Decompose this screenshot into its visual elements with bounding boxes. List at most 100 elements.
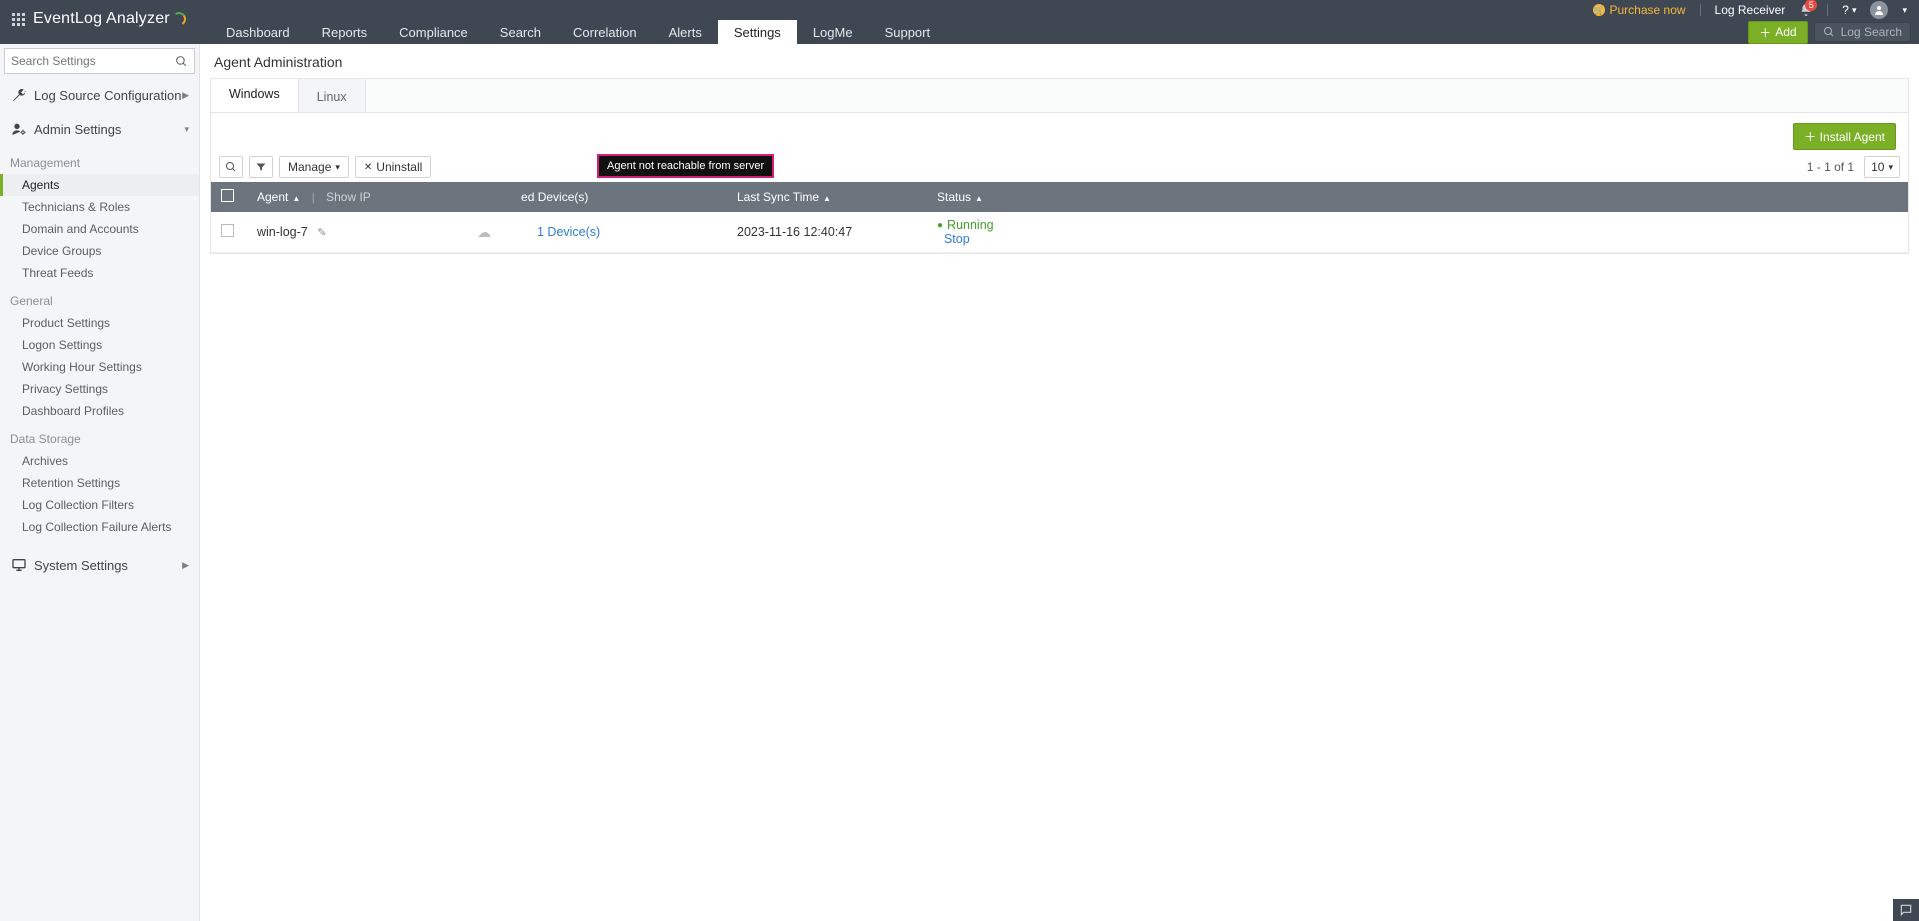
sidebar-section-label: System Settings xyxy=(34,558,128,573)
table-controls: Manage▾ ✕ Uninstall Agent not reachable … xyxy=(211,156,1908,182)
show-ip-toggle[interactable]: Show IP xyxy=(326,190,371,204)
select-all-checkbox[interactable] xyxy=(221,189,234,202)
nav-search[interactable]: Search xyxy=(484,20,557,44)
sidebar-item-product-settings[interactable]: Product Settings xyxy=(0,312,199,334)
notification-count: 5 xyxy=(1805,0,1817,11)
sidebar-item-collection-filters[interactable]: Log Collection Filters xyxy=(0,494,199,516)
sidebar-item-dashboard-profiles[interactable]: Dashboard Profiles xyxy=(0,400,199,422)
nav-support[interactable]: Support xyxy=(869,20,947,44)
tab-linux[interactable]: Linux xyxy=(299,79,366,112)
sidebar-item-archives[interactable]: Archives xyxy=(0,450,199,472)
product-logo[interactable]: EventLog Analyzer xyxy=(33,10,186,28)
row-checkbox[interactable] xyxy=(221,224,234,237)
status-badge: Running xyxy=(937,218,1898,232)
add-label: Add xyxy=(1775,25,1796,39)
edit-icon[interactable]: ✎ xyxy=(317,227,326,239)
monitor-icon xyxy=(10,556,28,574)
agent-panel: Windows Linux ＋ Install Agent Manage▾ ✕ … xyxy=(210,78,1909,254)
agent-stop-link[interactable]: Stop xyxy=(944,232,970,246)
sidebar-log-source-config[interactable]: Log Source Configuration ▶ xyxy=(0,78,199,112)
apps-grid-icon[interactable] xyxy=(12,13,25,26)
nav-tabs: Dashboard Reports Compliance Search Corr… xyxy=(210,20,1919,44)
page-title: Agent Administration xyxy=(200,44,1919,78)
logo-arc-icon xyxy=(171,11,187,27)
table-header-row: Agent▲ | Show IP Monitored Device(s) Las… xyxy=(211,182,1908,212)
search-icon xyxy=(225,161,237,173)
sidebar-item-domain[interactable]: Domain and Accounts xyxy=(0,218,199,240)
tab-windows[interactable]: Windows xyxy=(211,79,299,112)
install-agent-button[interactable]: ＋ Install Agent xyxy=(1793,123,1896,150)
col-last-sync[interactable]: Last Sync Time xyxy=(737,190,819,204)
sidebar-admin-settings[interactable]: Admin Settings ▾ xyxy=(0,112,199,146)
nav-alerts[interactable]: Alerts xyxy=(653,20,718,44)
tooltip-agent-unreachable: Agent not reachable from server xyxy=(597,154,774,178)
install-agent-label: Install Agent xyxy=(1820,130,1885,144)
chat-button[interactable] xyxy=(1893,899,1919,921)
sidebar-item-privacy[interactable]: Privacy Settings xyxy=(0,378,199,400)
os-tabs: Windows Linux xyxy=(211,79,1908,113)
filter-icon xyxy=(255,161,267,173)
chevron-right-icon: ▶ xyxy=(182,560,189,571)
sidebar-item-retention[interactable]: Retention Settings xyxy=(0,472,199,494)
chevron-down-icon: ▾ xyxy=(1902,5,1907,16)
agent-name: win-log-7 xyxy=(257,225,308,239)
purchase-label: Purchase now xyxy=(1609,3,1685,17)
chevron-down-icon: ▾ xyxy=(184,124,189,135)
help-menu[interactable]: ?▾ xyxy=(1842,3,1856,17)
sidebar-item-agents[interactable]: Agents xyxy=(0,174,199,196)
main-content: Agent Administration Windows Linux ＋ Ins… xyxy=(200,44,1919,921)
paging-controls: 1 - 1 of 1 10▾ xyxy=(1807,156,1900,178)
sidebar-section-label: Admin Settings xyxy=(34,122,121,137)
nav-logme[interactable]: LogMe xyxy=(797,20,869,44)
col-status[interactable]: Status xyxy=(937,190,971,204)
search-icon xyxy=(1823,26,1835,38)
uninstall-label: Uninstall xyxy=(376,160,422,174)
purchase-now-link[interactable]: 🛒 Purchase now xyxy=(1593,3,1685,17)
uninstall-button[interactable]: ✕ Uninstall xyxy=(355,156,431,178)
page-size-dropdown[interactable]: 10▾ xyxy=(1864,156,1900,178)
status-text: Running xyxy=(947,218,994,232)
chat-icon xyxy=(1899,903,1913,917)
table-filter-button[interactable] xyxy=(249,156,273,178)
sidebar-group-management: Management xyxy=(0,146,199,174)
sidebar-search[interactable] xyxy=(4,48,195,74)
add-button[interactable]: ＋ Add xyxy=(1748,21,1807,44)
settings-sidebar: Log Source Configuration ▶ Admin Setting… xyxy=(0,44,200,921)
manage-dropdown[interactable]: Manage▾ xyxy=(279,156,349,178)
sidebar-system-settings[interactable]: System Settings ▶ xyxy=(0,548,199,582)
log-receiver-link[interactable]: Log Receiver xyxy=(1715,3,1786,17)
chevron-down-icon: ▾ xyxy=(1888,162,1893,173)
col-agent[interactable]: Agent xyxy=(257,190,288,204)
user-gear-icon xyxy=(10,120,28,138)
chevron-right-icon: ▶ xyxy=(182,90,189,101)
agents-table: Agent▲ | Show IP Monitored Device(s) Las… xyxy=(211,182,1908,253)
manage-label: Manage xyxy=(288,160,331,174)
main-nav-bar: EventLog Analyzer Dashboard Reports Comp… xyxy=(0,20,1919,44)
user-menu[interactable] xyxy=(1870,1,1888,19)
nav-dashboard[interactable]: Dashboard xyxy=(210,20,306,44)
sort-asc-icon: ▲ xyxy=(292,194,300,203)
cloud-icon[interactable]: ☁ xyxy=(477,224,491,240)
search-icon xyxy=(175,55,188,68)
sidebar-item-working-hour[interactable]: Working Hour Settings xyxy=(0,356,199,378)
sidebar-item-failure-alerts[interactable]: Log Collection Failure Alerts xyxy=(0,516,199,538)
sidebar-item-device-groups[interactable]: Device Groups xyxy=(0,240,199,262)
close-icon: ✕ xyxy=(364,162,372,173)
notifications-button[interactable]: 5 xyxy=(1799,3,1813,17)
utility-bar: 🛒 Purchase now Log Receiver 5 ?▾ ▾ xyxy=(0,0,1919,20)
nav-settings[interactable]: Settings xyxy=(718,20,797,44)
log-search-label: Log Search xyxy=(1841,25,1902,39)
nav-correlation[interactable]: Correlation xyxy=(557,20,653,44)
sidebar-item-threat-feeds[interactable]: Threat Feeds xyxy=(0,262,199,284)
nav-reports[interactable]: Reports xyxy=(306,20,384,44)
nav-actions: ＋ Add Log Search xyxy=(1748,20,1919,44)
nav-compliance[interactable]: Compliance xyxy=(383,20,484,44)
sidebar-item-technicians[interactable]: Technicians & Roles xyxy=(0,196,199,218)
divider xyxy=(1700,4,1701,16)
sidebar-search-input[interactable] xyxy=(11,54,175,68)
table-search-button[interactable] xyxy=(219,156,243,178)
col-monitored-cell[interactable]: Monitored Device(s) xyxy=(527,182,727,212)
log-search-button[interactable]: Log Search xyxy=(1814,22,1911,42)
sidebar-item-logon-settings[interactable]: Logon Settings xyxy=(0,334,199,356)
monitored-devices-link[interactable]: 1 Device(s) xyxy=(537,225,600,239)
